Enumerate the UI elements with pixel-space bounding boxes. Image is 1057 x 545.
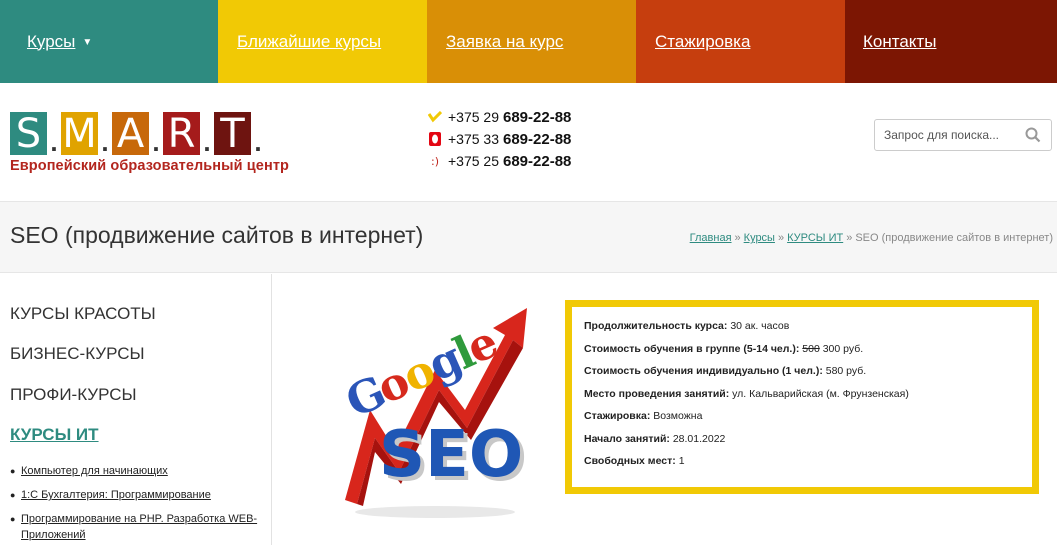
phone-velcom[interactable]: +375 29 689-22-88 <box>428 106 571 128</box>
smart-logo[interactable]: S . M . A . R . T . Европейский образова… <box>10 110 305 180</box>
bullet-icon: ● <box>10 514 16 524</box>
logo-dot: . <box>101 127 109 157</box>
bullet-icon: ● <box>10 490 16 500</box>
phone-number[interactable]: 689-22-88 <box>503 153 571 170</box>
sidebar-subitem-link[interactable]: 1:С Бухгалтерия: Программирование <box>21 487 211 503</box>
logo-letter: R <box>163 111 200 157</box>
nav-contacts[interactable]: Контакты <box>845 0 1057 83</box>
search-input[interactable] <box>884 128 1022 142</box>
logo-dot: . <box>50 127 58 157</box>
info-start-date: Начало занятий: 28.01.2022 <box>584 432 1020 455</box>
info-label: Свободных мест: <box>584 455 676 467</box>
phone-prefix: +375 33 <box>448 131 499 147</box>
title-band: SEO (продвижение сайтов в интернет) Глав… <box>0 201 1057 273</box>
info-label: Стоимость обучения индивидуально (1 чел.… <box>584 365 823 377</box>
sidebar-item-profi-courses[interactable]: ПРОФИ-КУРСЫ <box>10 385 137 405</box>
nav-nearest-courses[interactable]: Ближайшие курсы <box>218 0 427 83</box>
seo-hero-image: G o o g l e SEO SEO <box>315 300 541 524</box>
logo-letters: S . M . A . R . T . <box>10 110 305 157</box>
sidebar-item-business-courses[interactable]: БИЗНЕС-КУРСЫ <box>10 344 145 364</box>
svg-text::): :) <box>431 155 439 168</box>
mts-icon <box>428 132 442 146</box>
logo-letter: S <box>10 111 47 157</box>
info-value: 580 руб. <box>825 365 867 377</box>
life-icon: :) <box>428 154 442 168</box>
info-value: Возможна <box>653 410 703 422</box>
sidebar-item-it-courses[interactable]: КУРСЫ ИТ <box>10 425 99 445</box>
info-value: 300 руб. <box>822 342 864 355</box>
velcom-icon <box>428 110 442 124</box>
breadcrumb-it-courses[interactable]: КУРСЫ ИТ <box>787 232 843 244</box>
list-item: ● Компьютер для начинающих <box>10 463 265 479</box>
page-title: SEO (продвижение сайтов в интернет) <box>10 222 424 248</box>
seo-word: SEO <box>379 418 523 492</box>
info-individual-price: Стоимость обучения индивидуально (1 чел.… <box>584 364 1020 387</box>
info-value: 28.01.2022 <box>672 432 726 445</box>
info-value: 1 <box>678 455 685 467</box>
info-label: Начало занятий: <box>584 432 670 445</box>
info-internship: Стажировка: Возможна <box>584 409 1020 432</box>
logo-letter: M <box>61 110 98 157</box>
phone-life[interactable]: :) +375 25 689-22-88 <box>428 150 571 172</box>
breadcrumb: Главная» Курсы» КУРСЫ ИТ» SEO (продвижение … <box>690 232 1053 244</box>
phone-number[interactable]: 689-22-88 <box>503 131 571 148</box>
logo-subtitle: Европейский образовательный центр <box>10 158 289 174</box>
top-nav: Курсы ▼ Ближайшие курсы Заявка на курс С… <box>0 0 1057 83</box>
phone-prefix: +375 25 <box>448 153 499 169</box>
breadcrumb-separator: » <box>777 232 785 244</box>
info-label: Стоимость обучения в группе (5-14 чел.): <box>584 342 800 355</box>
sidebar-sublist: ● Компьютер для начинающих ● 1:С Бухгалт… <box>10 463 265 545</box>
nav-courses-label[interactable]: Курсы <box>27 32 75 52</box>
search-icon[interactable] <box>1025 127 1041 143</box>
breadcrumb-courses[interactable]: Курсы <box>744 232 775 244</box>
info-label: Стажировка: <box>584 410 651 422</box>
list-item: ● Программирование на PHP. Разработка WE… <box>10 511 265 543</box>
info-group-price: Стоимость обучения в группе (5-14 чел.):… <box>584 342 1020 365</box>
course-info-box: Продолжительность курса: 30 ак. часов Ст… <box>565 300 1039 494</box>
bullet-icon: ● <box>10 466 16 476</box>
logo-letter: T <box>214 111 251 157</box>
logo-dot: . <box>254 127 262 157</box>
nav-course-application[interactable]: Заявка на курс <box>427 0 636 83</box>
breadcrumb-current: SEO (продвижение сайтов в интернет) <box>855 232 1053 244</box>
logo-dot: . <box>203 127 211 157</box>
list-item: ● 1:С Бухгалтерия: Программирование <box>10 487 265 503</box>
info-place: Место проведения занятий: ул. Кальварийс… <box>584 387 1020 410</box>
nav-courses-dropdown[interactable]: Курсы ▼ <box>0 0 218 83</box>
info-duration: Продолжительность курса: 30 ак. часов <box>584 319 1020 342</box>
nav-internship[interactable]: Стажировка <box>636 0 845 83</box>
info-free-seats: Свободных мест: 1 <box>584 454 1020 477</box>
sidebar-item-beauty-courses[interactable]: КУРСЫ КРАСОТЫ <box>10 304 156 324</box>
breadcrumb-home[interactable]: Главная <box>690 232 732 244</box>
breadcrumb-separator: » <box>734 232 741 244</box>
info-old-price: 500 <box>802 342 820 355</box>
info-value: ул. Кальварийская (м. Фрунзенская) <box>732 387 909 400</box>
sidebar: КУРСЫ КРАСОТЫ БИЗНЕС-КУРСЫ ПРОФИ-КУРСЫ К… <box>0 274 272 545</box>
phone-list: +375 29 689-22-88 +375 33 689-22-88 :) +… <box>428 106 571 172</box>
info-value: 30 ак. часов <box>730 320 790 332</box>
logo-letter: A <box>112 111 149 157</box>
logo-dot: . <box>152 127 160 157</box>
caret-down-icon[interactable]: ▼ <box>82 37 92 48</box>
sidebar-subitem-link[interactable]: Программирование на PHP. Разработка WEB-… <box>21 511 265 543</box>
phone-number[interactable]: 689-22-88 <box>503 109 571 126</box>
search-box <box>874 119 1052 151</box>
phone-prefix: +375 29 <box>448 109 499 125</box>
info-label: Место проведения занятий: <box>584 387 730 400</box>
phone-mts[interactable]: +375 33 689-22-88 <box>428 128 571 150</box>
breadcrumb-separator: » <box>846 232 853 244</box>
sidebar-subitem-link[interactable]: Компьютер для начинающих <box>21 463 168 479</box>
info-label: Продолжительность курса: <box>584 320 728 332</box>
